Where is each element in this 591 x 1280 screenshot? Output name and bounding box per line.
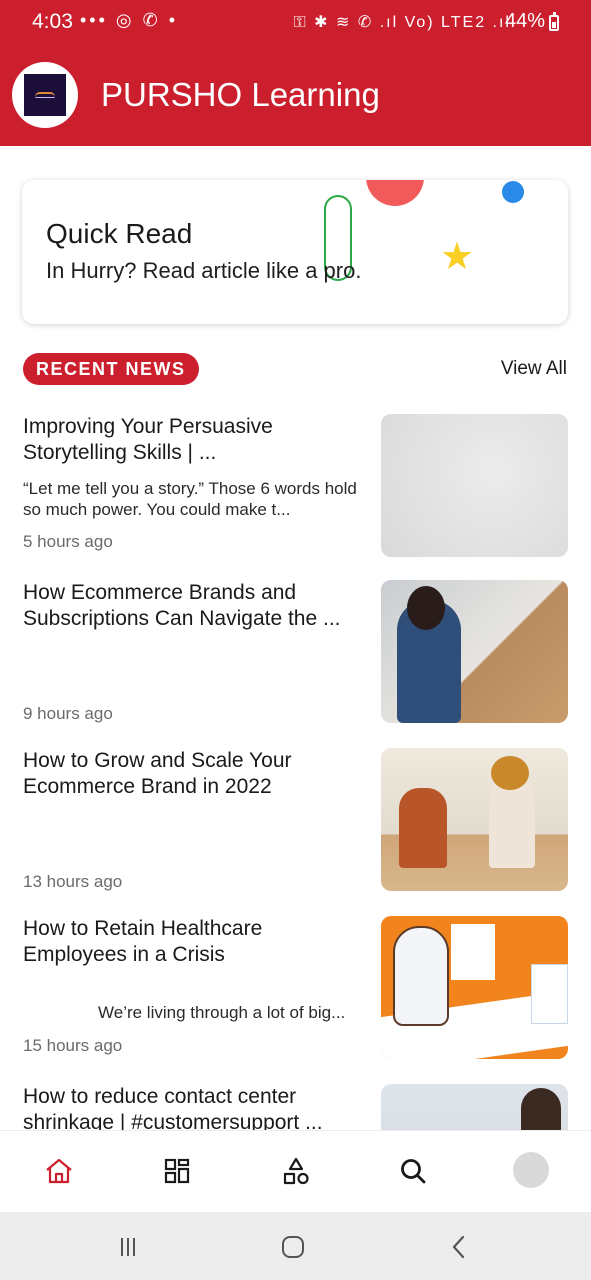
view-all-link[interactable]: View All [501, 358, 567, 380]
app-logo[interactable] [12, 62, 78, 128]
news-time: 5 hours ago [23, 532, 113, 551]
news-title: How to Retain Healthcare Employees in a … [23, 917, 263, 966]
bottom-navigation [0, 1130, 591, 1212]
news-title: How Ecommerce Brands and Subscriptions C… [23, 581, 341, 630]
star-icon: ★ [440, 236, 475, 278]
news-description: We’re living through a lot of big... [98, 1003, 346, 1022]
recent-news-badge: RECENT NEWS [23, 353, 199, 385]
news-time: 9 hours ago [23, 704, 113, 723]
news-title: How to Grow and Scale Your Ecommerce Bra… [23, 749, 292, 798]
news-item[interactable]: How to Retain Healthcare Employees in a … [0, 916, 591, 1060]
news-item[interactable]: How to Grow and Scale Your Ecommerce Bra… [0, 748, 591, 892]
blue-dot-decoration [502, 181, 524, 203]
news-thumbnail [381, 580, 568, 723]
news-thumbnail [381, 1084, 568, 1130]
battery-icon [549, 12, 559, 31]
home-circle-icon[interactable] [278, 1232, 308, 1262]
app-header: 4:03 ••• ◎ ✆ • ⚿ ✱ ≋ ✆ .ıl Vo) LTE2 .ıl … [0, 0, 591, 146]
news-time: 13 hours ago [23, 872, 123, 891]
system-status-icons: ⚿ ✱ ≋ ✆ .ıl Vo) LTE2 .ıl [293, 14, 511, 31]
news-item[interactable]: Improving Your Persuasive Storytelling S… [0, 414, 591, 558]
grid-icon[interactable] [159, 1153, 195, 1189]
home-icon[interactable] [41, 1153, 77, 1189]
news-description: “Let me tell you a story.” Those 6 words… [23, 479, 357, 519]
status-time: 4:03 [32, 10, 73, 33]
battery-percent: 44% [504, 10, 545, 32]
app-bar: PURSHO Learning [0, 46, 591, 146]
red-circle-decoration [366, 180, 424, 206]
news-time: 15 hours ago [23, 1036, 123, 1055]
status-bar: 4:03 ••• ◎ ✆ • ⚿ ✱ ≋ ✆ .ıl Vo) LTE2 .ıl … [0, 0, 591, 46]
back-icon[interactable] [444, 1232, 474, 1262]
news-thumbnail [381, 748, 568, 891]
system-navigation-bar [0, 1212, 591, 1280]
app-title: PURSHO Learning [101, 76, 380, 113]
recents-icon[interactable] [113, 1232, 143, 1262]
news-thumbnail [381, 414, 568, 557]
news-title: How to reduce contact center shrinkage |… [23, 1085, 323, 1130]
news-title: Improving Your Persuasive Storytelling S… [23, 415, 273, 464]
news-thumbnail [381, 916, 568, 1059]
search-icon[interactable] [395, 1153, 431, 1189]
profile-avatar[interactable] [513, 1152, 549, 1188]
quick-read-subtitle: In Hurry? Read article like a pro. [46, 258, 362, 283]
notification-icons: ••• ◎ ✆ • [80, 10, 178, 30]
shapes-icon[interactable] [278, 1153, 314, 1189]
logo-mark-icon [24, 74, 66, 116]
news-item[interactable]: How Ecommerce Brands and Subscriptions C… [0, 580, 591, 724]
quick-read-title: Quick Read [46, 218, 193, 249]
news-item[interactable]: How to reduce contact center shrinkage |… [0, 1084, 591, 1130]
quick-read-card[interactable]: ★ Quick Read In Hurry? Read article like… [22, 180, 568, 324]
